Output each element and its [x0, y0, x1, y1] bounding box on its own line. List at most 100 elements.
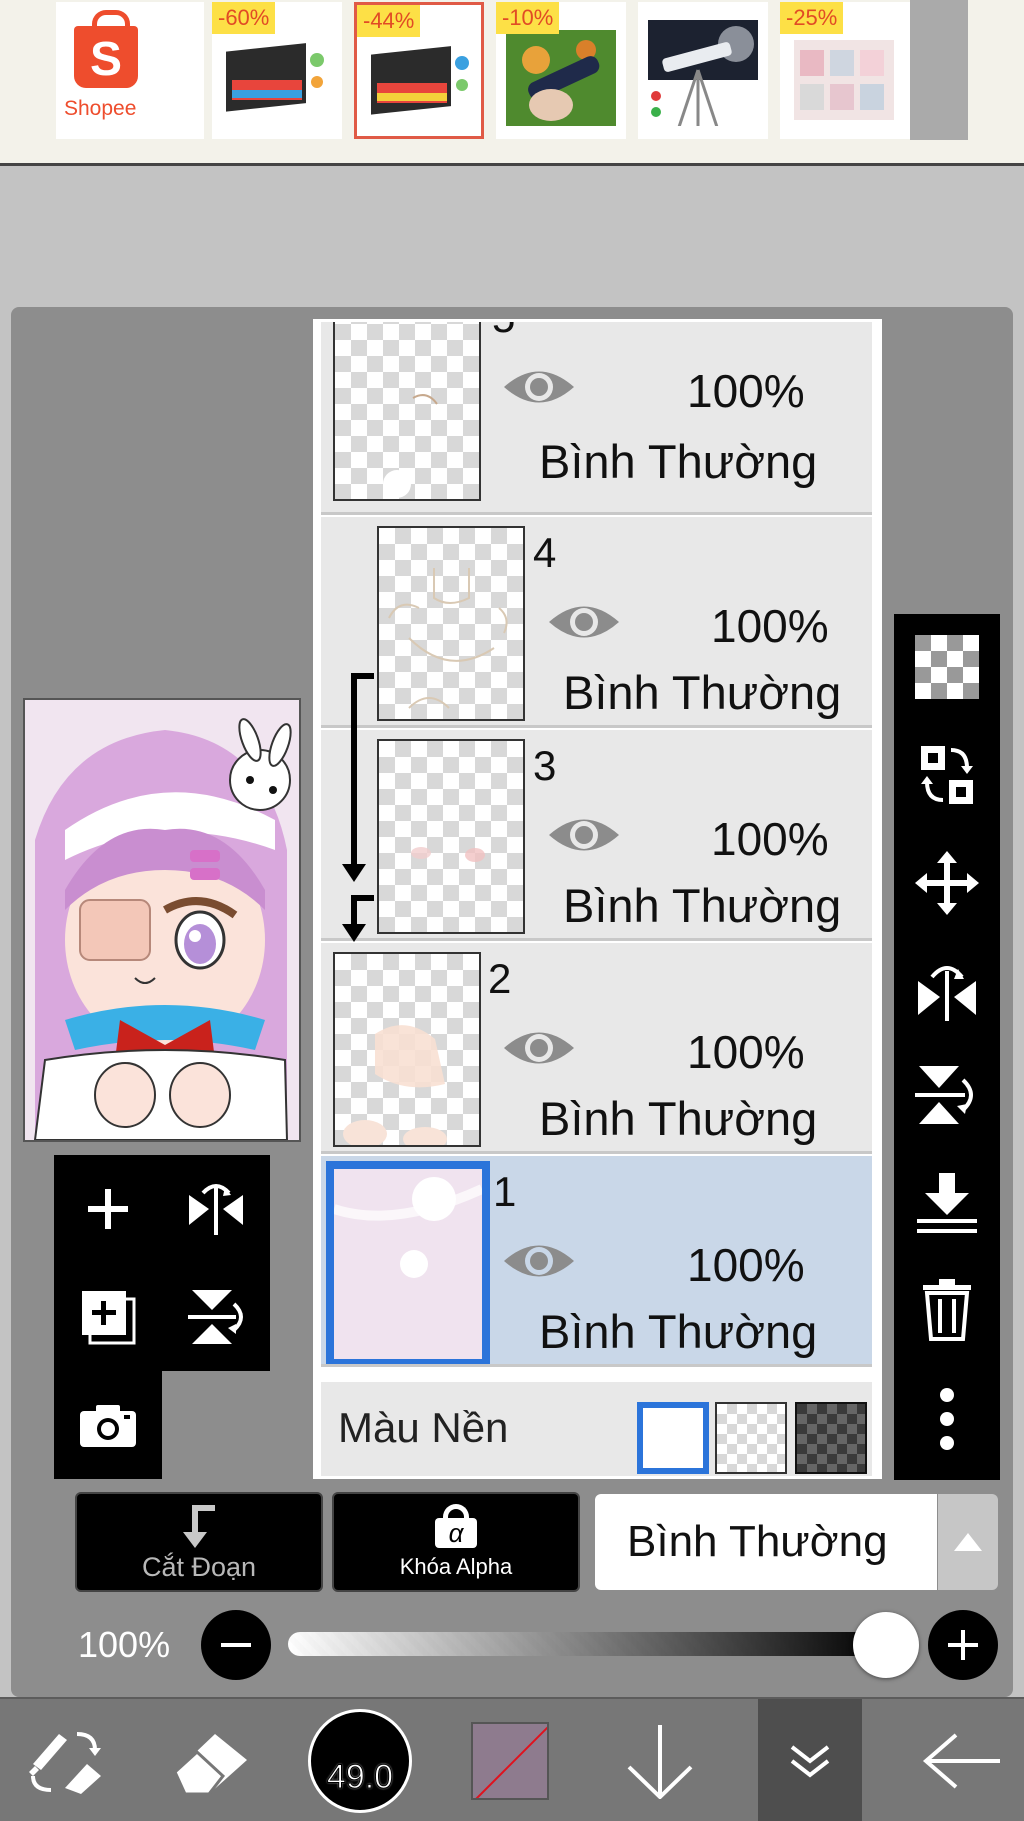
camera-button[interactable] — [54, 1371, 162, 1479]
background-transparent-swatch[interactable] — [715, 1402, 787, 1474]
flip-horizontal-button[interactable] — [894, 936, 1000, 1042]
discount-badge: -10% — [496, 2, 560, 34]
layer-thumbnail[interactable] — [333, 322, 481, 501]
monocular-image — [506, 30, 616, 126]
ad-product-telescope[interactable] — [638, 2, 768, 139]
more-options-button[interactable] — [894, 1366, 1000, 1472]
visibility-eye-icon[interactable] — [501, 364, 577, 410]
opacity-slider-track[interactable] — [288, 1632, 886, 1656]
color-slash-icon — [475, 1726, 547, 1798]
layer-thumbnail[interactable] — [377, 526, 525, 721]
telescope-image — [648, 20, 758, 126]
merge-down-button[interactable] — [894, 1150, 1000, 1256]
ad-banner[interactable]: S Shopee -60% -44% -10% -25% — [0, 0, 1024, 166]
layer-row-1[interactable]: 1 100% Bình Thường — [321, 1156, 872, 1367]
color-picker-button[interactable] — [450, 1699, 570, 1821]
minus-icon — [221, 1643, 251, 1647]
storage-shelf-image — [794, 40, 894, 120]
layer-blend-mode: Bình Thường — [539, 1305, 818, 1358]
layer-opacity: 100% — [687, 1239, 805, 1291]
delete-layer-button[interactable] — [894, 1256, 1000, 1362]
alpha-lock-button[interactable]: α Khóa Alpha — [332, 1492, 580, 1592]
layer-2-sketch — [343, 1025, 447, 1151]
layers-panel: 5 100% Bình Thường 4 100% Bình Thường — [313, 319, 882, 1479]
layer-blend-mode: Bình Thường — [539, 1092, 818, 1145]
layer-row-4[interactable]: 4 100% Bình Thường — [321, 517, 872, 728]
flip-layer-horizontal-button[interactable] — [162, 1155, 270, 1263]
tool-swap-button[interactable] — [0, 1699, 130, 1821]
layers-collapse-button[interactable] — [758, 1699, 862, 1821]
brush-size-button[interactable]: 49.0 — [300, 1699, 420, 1821]
ad-product-storage[interactable]: -25% — [780, 2, 910, 139]
opacity-increase-button[interactable] — [928, 1610, 998, 1680]
add-layer-button[interactable] — [54, 1155, 162, 1263]
layer-row-2[interactable]: 2 100% Bình Thường — [321, 943, 872, 1154]
background-dark-checker-swatch[interactable] — [795, 1402, 867, 1474]
layer-number: 2 — [488, 955, 512, 1002]
layer-blend-mode: Bình Thường — [539, 435, 818, 488]
layer-opacity: 100% — [711, 813, 829, 865]
layer-3-sketch — [411, 847, 485, 862]
clipping-arrow-icon — [183, 1504, 215, 1548]
ad-product-monocular[interactable]: -10% — [496, 2, 626, 139]
current-color-swatch — [471, 1722, 549, 1800]
clipping-label: Cắt Đoạn — [141, 1551, 257, 1582]
visibility-eye-icon[interactable] — [501, 1025, 577, 1071]
swap-layer-button[interactable] — [894, 722, 1000, 828]
bottom-toolbar: 49.0 — [0, 1697, 1024, 1821]
swap-layer-icon — [921, 746, 973, 804]
back-button[interactable] — [900, 1699, 1024, 1821]
visibility-eye-icon[interactable] — [501, 1238, 577, 1284]
layer-thumbnail-selected[interactable] — [326, 1161, 490, 1364]
ad-product-pencils-1[interactable]: -60% — [212, 2, 342, 139]
discount-badge: -60% — [212, 2, 276, 34]
layer-row-5[interactable]: 5 100% Bình Thường — [321, 322, 872, 515]
blend-mode-select[interactable]: Bình Thường — [595, 1494, 937, 1590]
transparency-button[interactable] — [894, 614, 1000, 720]
pencil-set-image — [371, 46, 469, 115]
canvas-preview[interactable] — [23, 698, 301, 1142]
layer-4-sketch — [388, 568, 508, 709]
flip-vertical-button[interactable] — [894, 1042, 1000, 1148]
move-button[interactable] — [894, 830, 1000, 936]
layer-down-button[interactable] — [600, 1699, 720, 1821]
background-white-swatch[interactable] — [637, 1402, 709, 1474]
layer-opacity: 100% — [711, 600, 829, 652]
left-toolbox-bottom — [54, 1371, 162, 1479]
discount-badge: -25% — [780, 2, 844, 34]
camera-icon — [80, 1405, 136, 1447]
layer-thumbnail[interactable] — [333, 952, 481, 1151]
flip-vertical-icon — [188, 1290, 243, 1344]
layer-5-sketch — [383, 394, 438, 498]
triangle-up-icon — [954, 1533, 982, 1551]
left-toolbox — [54, 1155, 270, 1371]
alpha-lock-icon: α — [435, 1504, 477, 1548]
layer-thumbnail[interactable] — [377, 739, 525, 934]
brush-size-indicator: 49.0 — [308, 1709, 412, 1813]
duplicate-layer-icon — [82, 1291, 136, 1345]
shopee-logo[interactable]: S Shopee — [56, 2, 204, 139]
flip-horizontal-icon — [189, 1184, 243, 1235]
arrow-left-icon — [922, 1733, 1000, 1789]
opacity-slider-knob[interactable] — [853, 1612, 919, 1678]
flip-layer-vertical-button[interactable] — [162, 1263, 270, 1371]
trash-icon — [923, 1279, 971, 1341]
visibility-eye-icon[interactable] — [546, 599, 622, 645]
eraser-button[interactable] — [146, 1699, 276, 1821]
visibility-eye-icon[interactable] — [546, 812, 622, 858]
merge-down-icon — [917, 1173, 977, 1233]
eraser-icon — [173, 1734, 247, 1794]
discount-badge: -44% — [357, 5, 421, 37]
flip-vertical-icon — [915, 1066, 973, 1124]
layer-row-3[interactable]: 3 100% Bình Thường — [321, 730, 872, 941]
layer-number: 1 — [493, 1168, 517, 1215]
blend-mode-toggle[interactable] — [938, 1494, 998, 1590]
clipping-button[interactable]: Cắt Đoạn — [75, 1492, 323, 1592]
alpha-lock-label: Khóa Alpha — [399, 1554, 513, 1579]
flip-horizontal-icon — [918, 966, 976, 1021]
layer-opacity: 100% — [687, 1026, 805, 1078]
opacity-decrease-button[interactable] — [201, 1610, 271, 1680]
shopee-bag-icon: S — [74, 10, 138, 88]
duplicate-layer-button[interactable] — [54, 1263, 162, 1371]
ad-product-pencils-2[interactable]: -44% — [354, 2, 484, 139]
